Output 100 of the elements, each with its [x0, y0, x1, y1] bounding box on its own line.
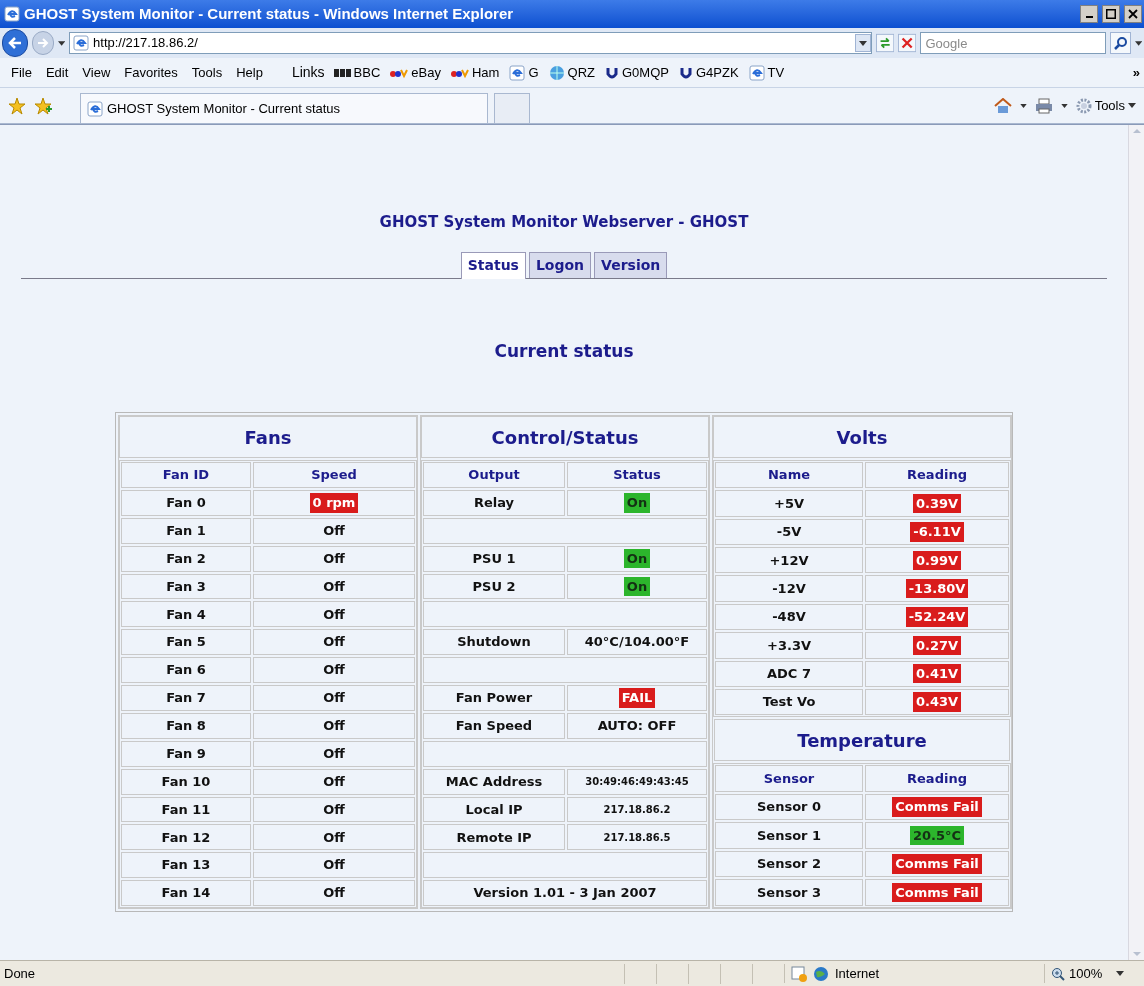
status-badge: 0.39V: [912, 493, 962, 514]
cell-text: Fan 14: [161, 884, 211, 903]
menu-item[interactable]: Help: [229, 62, 270, 83]
dropdown-arrow-icon[interactable]: [1116, 971, 1125, 976]
search-field[interactable]: Google: [920, 32, 1107, 54]
status-badge: -52.24V: [905, 607, 969, 627]
page-tab[interactable]: Status: [460, 251, 526, 279]
column-header: Reading: [907, 769, 967, 788]
page-tab[interactable]: Logon: [528, 251, 592, 278]
status-badge: Comms Fail: [892, 883, 982, 903]
links-label: Links: [291, 63, 325, 82]
cell-text: Fan 1: [166, 521, 206, 540]
status-badge: -13.80V: [905, 578, 969, 599]
cell-text: -48V: [772, 608, 806, 627]
section-title: Volts: [836, 425, 888, 450]
page-icon: [87, 100, 103, 117]
window-title: GHOST System Monitor - Current status - Windows Internet Explorer: [24, 3, 515, 24]
link-button[interactable]: G0MQP: [600, 62, 674, 83]
dropdown-arrow-icon[interactable]: [1134, 40, 1142, 46]
page-tab[interactable]: Version: [594, 251, 668, 278]
section-heading: Current status: [494, 339, 634, 363]
dropdown-arrow-icon[interactable]: [1019, 103, 1027, 108]
value-text: 217.18.86.5: [603, 830, 671, 845]
status-badge: Comms Fail: [892, 854, 982, 874]
value-text: Off: [323, 800, 345, 819]
value-text: 217.18.86.2: [603, 802, 671, 817]
close-button[interactable]: [1124, 5, 1142, 23]
cell-text: Fan 10: [161, 772, 211, 791]
back-button[interactable]: [2, 29, 28, 57]
section-title: Temperature: [797, 728, 927, 753]
section-title: Fans: [244, 425, 292, 450]
address-field[interactable]: http://217.18.86.2/: [69, 32, 872, 54]
value-text: Off: [323, 744, 345, 763]
column-header: Output: [468, 466, 520, 485]
value-text: Off: [323, 549, 345, 568]
link-button[interactable]: G: [504, 62, 544, 83]
section-title: Control/Status: [491, 425, 639, 450]
more-links-button[interactable]: »: [1132, 62, 1140, 83]
browser-icon: [4, 6, 20, 22]
column-header: Status: [613, 466, 661, 485]
cell-text: Fan 3: [166, 577, 206, 596]
maximize-button[interactable]: [1102, 5, 1120, 23]
cell-text: MAC Address: [445, 772, 543, 791]
page-title: GHOST System Monitor Webserver - GHOST: [379, 212, 749, 233]
star-icon[interactable]: [8, 96, 26, 115]
link-button[interactable]: eBay: [385, 62, 446, 83]
status-badge: FAIL: [618, 688, 656, 708]
link-button[interactable]: BBC: [328, 62, 386, 83]
cell-text: Sensor 3: [756, 884, 822, 902]
cell-text: +5V: [774, 494, 804, 513]
url-text: http://217.18.86.2/: [93, 34, 199, 53]
address-dropdown[interactable]: [855, 34, 871, 52]
column-header: Fan ID: [162, 466, 210, 485]
stop-icon[interactable]: [898, 33, 917, 53]
cell-text: Sensor 0: [756, 798, 822, 817]
cell-text: Fan 11: [161, 800, 211, 819]
menu-item[interactable]: Favorites: [117, 62, 185, 83]
link-button[interactable]: G4PZK: [673, 62, 744, 83]
blocks-icon: [333, 68, 351, 77]
menu-item[interactable]: View: [75, 62, 118, 83]
status-badge: -6.11V: [910, 522, 964, 542]
page-icon: [73, 35, 90, 51]
cell-text: Fan 6: [166, 661, 206, 680]
status-badge: 0.41V: [912, 663, 962, 684]
close-icon: [1128, 9, 1138, 19]
dropdown-arrow-icon[interactable]: [57, 40, 66, 46]
status-badge: Comms Fail: [892, 797, 982, 817]
value-text: Off: [323, 828, 345, 847]
link-button[interactable]: TV: [743, 62, 790, 83]
value-text: Off: [323, 772, 345, 791]
dropdown-arrow-icon[interactable]: [1128, 103, 1136, 108]
home-icon[interactable]: [993, 97, 1012, 114]
globe-icon: [813, 965, 829, 982]
cell-text: Fan Power: [455, 689, 533, 708]
dropdown-arrow-icon[interactable]: [859, 40, 867, 46]
warning-page-icon: [791, 965, 807, 982]
status-badge: 0.27V: [912, 635, 962, 656]
add-star-icon[interactable]: [34, 96, 52, 115]
menu-item[interactable]: Tools: [184, 62, 230, 83]
search-button[interactable]: [1110, 32, 1131, 54]
cell-text: ADC 7: [767, 664, 811, 683]
menu-item[interactable]: Edit: [38, 62, 76, 83]
cell-text: -12V: [772, 579, 806, 598]
dropdown-arrow-icon[interactable]: [1060, 103, 1068, 108]
maximize-icon: [1106, 9, 1116, 19]
value-text: Off: [323, 856, 345, 875]
zoom-button[interactable]: 100%: [1044, 963, 1144, 984]
cell-text: PSU 2: [472, 577, 516, 596]
browser-tab[interactable]: GHOST System Monitor - Current status: [80, 93, 488, 123]
tools-button[interactable]: Tools: [1075, 95, 1136, 116]
minimize-button[interactable]: [1080, 5, 1098, 23]
cell-text: Sensor 2: [756, 855, 822, 874]
value-text: Off: [323, 661, 345, 680]
link-button[interactable]: QRZ: [543, 62, 600, 83]
arrow-right-icon: [36, 38, 49, 48]
zoom-icon: [1051, 966, 1065, 981]
refresh-icon[interactable]: [876, 33, 895, 53]
printer-icon[interactable]: [1034, 97, 1053, 114]
menu-item[interactable]: File: [4, 62, 39, 83]
link-button[interactable]: Ham: [445, 62, 505, 83]
